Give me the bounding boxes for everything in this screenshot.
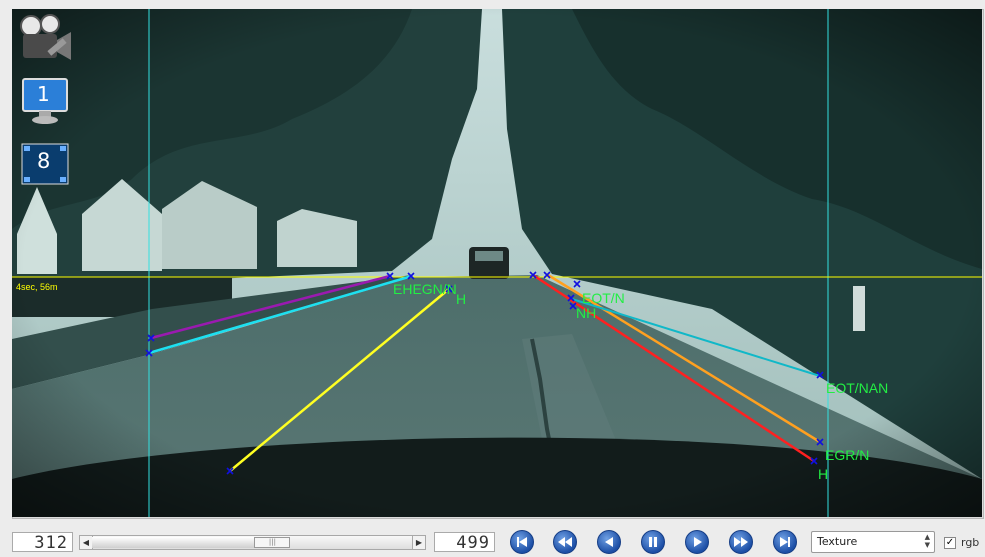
lane-label-left-1: EHEGN/N	[393, 281, 457, 297]
monitor-icon[interactable]: 1	[21, 77, 69, 125]
lane-label-right-2: NH	[576, 305, 596, 321]
step-back-button[interactable]	[597, 530, 621, 554]
rgb-checkbox[interactable]: ✓	[944, 537, 956, 549]
lane-label-right-1: EOT/N	[582, 290, 625, 306]
skip-to-end-icon	[780, 537, 790, 547]
lane-label-far-3: H	[818, 466, 828, 482]
time-marker: 4sec, 56m	[16, 282, 58, 292]
render-mode-value: Texture	[817, 535, 858, 548]
fast-rewind-button[interactable]	[553, 530, 577, 554]
lane-label-left-2: H	[456, 291, 466, 307]
playback-toolbar: 312 ◀ ||| ▶ 499 Texture ▲ ▼ ✓ rgb	[0, 523, 985, 557]
slider-right-arrow-icon[interactable]: ▶	[412, 536, 425, 549]
total-frames-display: 499	[434, 532, 495, 553]
tiles-icon[interactable]: 8	[21, 143, 69, 185]
skip-to-end-button[interactable]	[773, 530, 797, 554]
fast-forward-icon	[734, 537, 748, 547]
render-mode-select[interactable]: Texture ▲ ▼	[811, 531, 935, 553]
lane-label-far-2: EGR/N	[825, 447, 869, 463]
play-icon	[694, 537, 702, 547]
step-back-icon	[605, 537, 613, 547]
film-camera-icon[interactable]	[17, 14, 73, 64]
monitor-number: 1	[37, 82, 50, 106]
lane-label-far-1: EOT/NAN	[826, 380, 888, 396]
pause-icon	[649, 537, 657, 547]
camera-view[interactable]: 4sec, 56m EHEGN/N H EOT/N NH EOT/NAN EGR…	[12, 9, 982, 517]
slider-fill	[92, 537, 256, 548]
vignette	[12, 9, 982, 517]
slider-thumb[interactable]: |||	[254, 537, 291, 548]
skip-to-start-icon	[517, 537, 527, 547]
current-frame-display: 312	[12, 532, 73, 553]
tiles-number: 8	[37, 149, 51, 173]
fast-forward-button[interactable]	[729, 530, 753, 554]
pause-button[interactable]	[641, 530, 665, 554]
skip-to-start-button[interactable]	[510, 530, 534, 554]
fast-rewind-icon	[558, 537, 572, 547]
play-button[interactable]	[685, 530, 709, 554]
select-arrows-icon: ▲ ▼	[924, 533, 930, 549]
rgb-label: rgb	[961, 536, 980, 549]
frame-slider[interactable]: ◀ ||| ▶	[79, 535, 426, 550]
